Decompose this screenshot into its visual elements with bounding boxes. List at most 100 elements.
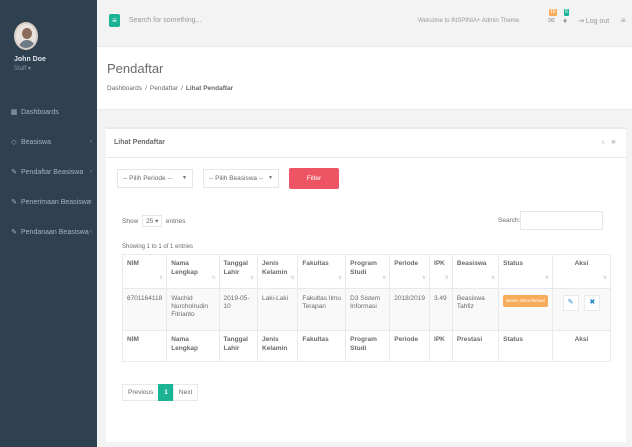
edit-icon: ✎ [11, 199, 17, 206]
bell-icon[interactable]: ♦ 8 [563, 9, 571, 25]
mail-count-badge: 16 [549, 9, 557, 16]
trash-icon: ✖ [589, 299, 596, 306]
pencil-icon: ✎ [567, 299, 574, 306]
chevron-left-icon: ‹ [90, 229, 92, 235]
sidebar: John Doe Staff ▾ ▦ Dashboards ◇ Beasiswa… [0, 0, 97, 447]
beasiswa-select[interactable]: -- Pilih Beasiswa -- ▼ [203, 169, 279, 188]
pagination-previous[interactable]: Previous [122, 384, 160, 401]
th-large-icon: ▦ [10, 109, 18, 116]
top-search-input[interactable]: Search for something... [129, 17, 201, 24]
breadcrumb-separator: / [145, 85, 147, 92]
table-info: Showing 1 to 1 of 1 entries [122, 244, 194, 250]
pagination-page-1[interactable]: 1 [158, 384, 174, 401]
envelope-icon[interactable]: ✉ 16 [548, 9, 557, 25]
cell-program-studi: D3 Sistem Informasi [345, 288, 391, 331]
tasks-icon[interactable]: ≡ [621, 16, 626, 25]
table-row: 6701164118 Wachid Nurcholrudin Fitrianto… [121, 288, 612, 331]
profile-role-dropdown[interactable]: Staff ▾ [14, 65, 97, 72]
sidebar-item-label: Pendaftar Beasiswa [21, 168, 84, 176]
column-header[interactable]: Periode ⇅ [389, 254, 431, 289]
column-header[interactable]: Aksi ⇅ [551, 254, 612, 289]
sort-icon: ⇅ [421, 275, 427, 281]
column-footer: Status [498, 330, 553, 362]
cell-nim: 6701164118 [121, 288, 168, 331]
panel-tools[interactable]: ∧ ✖ [601, 139, 618, 146]
column-footer: Nama Lengkap [166, 330, 220, 362]
edit-icon: ✎ [11, 229, 17, 236]
profile-name[interactable]: John Doe [14, 56, 97, 63]
beasiswa-select-value: -- Pilih Beasiswa -- [209, 175, 264, 182]
cell-jenis-kelamin: Laki-Laki [257, 288, 299, 331]
column-header[interactable]: NIM ⇅ [121, 254, 168, 289]
column-header[interactable]: Status ⇅ [498, 254, 553, 289]
menu-toggle-button[interactable]: ≡ [109, 14, 120, 27]
cell-periode: 2018/2019 [389, 288, 431, 331]
column-footer: Jenis Kelamin [257, 330, 299, 362]
cell-fakultas: Fakultas Ilmu Terapan [297, 288, 347, 331]
filter-button[interactable]: Filter [289, 168, 339, 189]
edit-button[interactable]: ✎ [562, 295, 579, 311]
sort-icon: ⇅ [544, 275, 549, 281]
top-navbar: ≡ Search for something... Welcome to INS… [97, 0, 632, 47]
column-footer: Periode [389, 330, 431, 362]
sidebar-item-label: Beasiswa [21, 138, 51, 146]
table-footer-row: NIM Nama Lengkap Tanggal Lahir Jenis Kel… [121, 330, 612, 362]
sidebar-item-dashboards[interactable]: ▦ Dashboards [0, 97, 97, 127]
edit-icon: ✎ [11, 169, 17, 176]
status-badge: Belum Dikonfirmasi [503, 295, 548, 307]
column-footer: NIM [121, 330, 168, 362]
cell-ipk: 3.49 [429, 288, 453, 331]
table-header-row: NIM ⇅ Nama Lengkap ⇅ Tanggal Lahir ⇅ Jenis … [121, 254, 612, 289]
column-footer: Tanggal Lahir [218, 330, 259, 362]
avatar[interactable] [14, 22, 38, 50]
alert-count-badge: 8 [564, 9, 569, 16]
welcome-message: Welcome to INSPINIA+ Admin Theme. [418, 18, 521, 24]
column-header[interactable]: IPK ⇅ [429, 254, 453, 289]
page-heading: Pendaftar Dashboards / Pendaftar / Lihat Pen… [97, 47, 632, 110]
column-header[interactable]: Program Studi ⇅ [345, 254, 391, 289]
cell-beasiswa: Beasiswa Tahfiz [451, 288, 500, 331]
periode-select[interactable]: -- Pilih Periode -- ▼ [117, 169, 193, 188]
sidebar-item-penerimaan-beasiswa[interactable]: ✎ Penerimaan Beasiswa ‹ [0, 187, 97, 217]
profile: John Doe Staff ▾ [0, 0, 97, 97]
cell-status: Belum Dikonfirmasi [498, 288, 553, 331]
caret-down-icon: ▼ [268, 175, 273, 181]
chevron-left-icon: ‹ [90, 139, 92, 145]
caret-down-icon: ▼ [182, 175, 187, 181]
sort-icon: ⇅ [158, 275, 164, 281]
sort-icon: ⇅ [249, 275, 255, 281]
column-header[interactable]: Beasiswa ⇅ [451, 254, 500, 289]
page-title: Pendaftar [107, 61, 164, 76]
sidebar-item-label: Pendanaan Beasiswa [21, 228, 89, 236]
pagination-next[interactable]: Next [172, 384, 199, 401]
panel-header: Lihat Pendaftar ∧ ✖ [106, 129, 626, 158]
sort-icon: ⇅ [337, 275, 343, 281]
pendaftar-table: NIM ⇅ Nama Lengkap ⇅ Tanggal Lahir ⇅ Jenis … [121, 254, 612, 362]
sidebar-nav: ▦ Dashboards ◇ Beasiswa ‹ ✎ Pendaftar Be… [0, 97, 97, 247]
column-footer: Program Studi [345, 330, 391, 362]
show-label: Show [122, 218, 139, 225]
column-header[interactable]: Tanggal Lahir ⇅ [218, 254, 259, 289]
breadcrumb: Dashboards / Pendaftar / Lihat Pendaftar [107, 85, 233, 92]
column-header[interactable]: Nama Lengkap ⇅ [166, 254, 220, 289]
sidebar-item-label: Dashboards [21, 108, 59, 116]
sidebar-item-pendaftar-beasiswa[interactable]: ✎ Pendaftar Beasiswa ‹ [0, 157, 97, 187]
pagination: Previous 1 Next [122, 384, 199, 401]
breadcrumb-current: Lihat Pendaftar [185, 85, 234, 92]
breadcrumb-pendaftar[interactable]: Pendaftar [150, 85, 178, 92]
sidebar-item-beasiswa[interactable]: ◇ Beasiswa ‹ [0, 127, 97, 157]
column-footer: Prestasi [451, 330, 500, 362]
delete-button[interactable]: ✖ [584, 295, 601, 311]
breadcrumb-dashboards[interactable]: Dashboards [107, 85, 142, 92]
sidebar-item-label: Penerimaan Beasiswa [21, 198, 91, 206]
sort-icon: ⇅ [382, 275, 387, 281]
logout-link[interactable]: ⇥ Log out [578, 17, 609, 25]
entries-length-select[interactable]: 25 ▾ [142, 215, 163, 227]
column-header[interactable]: Jenis Kelamin ⇅ [257, 254, 299, 289]
breadcrumb-separator: / [181, 85, 183, 92]
sidebar-item-pendanaan-beasiswa[interactable]: ✎ Pendanaan Beasiswa ‹ [0, 217, 97, 247]
sort-icon: ⇅ [490, 275, 496, 281]
table-search-input[interactable] [520, 211, 603, 230]
column-header[interactable]: Fakultas ⇅ [297, 254, 347, 289]
diamond-icon: ◇ [11, 139, 17, 146]
